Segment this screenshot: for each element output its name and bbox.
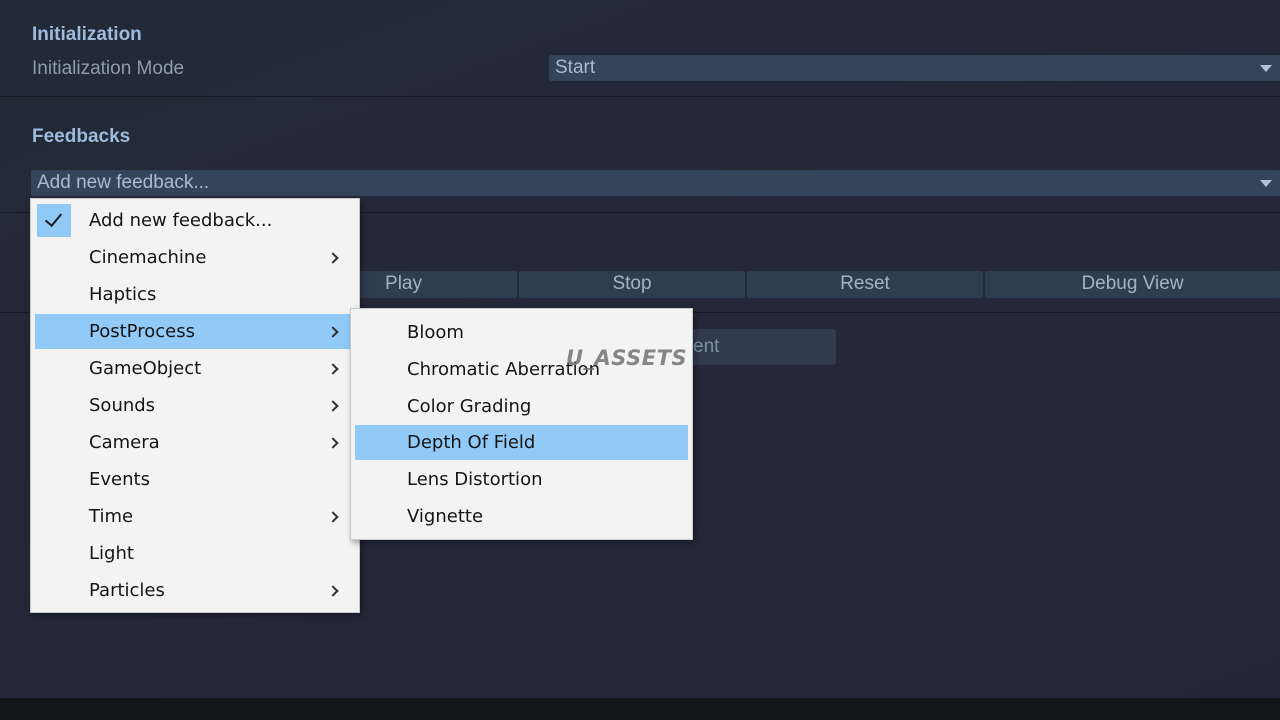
menu-item-label: Vignette <box>407 506 484 527</box>
menu-item-label: Light <box>89 543 134 564</box>
menu-item-label: Bloom <box>407 322 464 343</box>
chevron-right-icon <box>327 511 339 523</box>
add-feedback-dropdown[interactable]: Add new feedback... <box>31 170 1280 196</box>
add-feedback-value: Add new feedback... <box>37 172 210 193</box>
menu-item-events[interactable]: Events <box>35 462 355 497</box>
initialization-mode-value: Start <box>555 57 596 78</box>
submenu-item-vignette[interactable]: Vignette <box>355 499 688 534</box>
menu-item-label: Time <box>89 506 134 527</box>
menu-item-add-new-feedback[interactable]: Add new feedback... <box>35 203 355 238</box>
menu-item-label: Camera <box>89 432 160 453</box>
menu-item-label: Particles <box>89 580 165 601</box>
menu-item-particles[interactable]: Particles <box>35 573 355 608</box>
menu-item-label: Depth Of Field <box>407 432 536 453</box>
submenu-item-bloom[interactable]: Bloom <box>355 315 688 350</box>
initialization-heading: Initialization <box>32 24 142 45</box>
chevron-right-icon <box>327 400 339 412</box>
bottom-caption-strip <box>0 698 1280 720</box>
menu-item-cinemachine[interactable]: Cinemachine <box>35 240 355 275</box>
partially-hidden-button-label: ent <box>693 336 720 357</box>
chevron-right-icon <box>327 252 339 264</box>
chevron-down-icon <box>1260 65 1272 72</box>
menu-item-label: Events <box>89 469 150 490</box>
menu-item-light[interactable]: Light <box>35 536 355 571</box>
menu-item-label: PostProcess <box>89 321 195 342</box>
menu-item-label: Sounds <box>89 395 156 416</box>
chevron-right-icon <box>327 326 339 338</box>
menu-item-label: Lens Distortion <box>407 469 543 490</box>
reset-button[interactable]: Reset <box>747 271 983 298</box>
menu-item-label: Color Grading <box>407 396 532 417</box>
menu-item-camera[interactable]: Camera <box>35 425 355 460</box>
feedbacks-heading: Feedbacks <box>32 126 131 147</box>
menu-item-gameobject[interactable]: GameObject <box>35 351 355 386</box>
checkbox <box>37 204 71 237</box>
chevron-right-icon <box>327 437 339 449</box>
submenu-item-color-grading[interactable]: Color Grading <box>355 389 688 424</box>
chevron-down-icon <box>1260 180 1272 187</box>
menu-item-label: GameObject <box>89 358 202 379</box>
postprocess-submenu: Bloom Chromatic Aberration Color Grading… <box>350 308 693 540</box>
add-feedback-menu: Add new feedback... Cinemachine Haptics … <box>30 198 360 613</box>
submenu-item-lens-distortion[interactable]: Lens Distortion <box>355 462 688 497</box>
menu-item-label: Add new feedback... <box>89 210 273 231</box>
stop-button[interactable]: Stop <box>519 271 745 298</box>
menu-item-label: Haptics <box>89 284 157 305</box>
checkmark-icon <box>44 208 63 228</box>
initialization-mode-label: Initialization Mode <box>32 58 185 79</box>
menu-item-label: Cinemachine <box>89 247 207 268</box>
initialization-mode-dropdown[interactable]: Start <box>549 55 1280 81</box>
menu-item-sounds[interactable]: Sounds <box>35 388 355 423</box>
menu-item-haptics[interactable]: Haptics <box>35 277 355 312</box>
section-divider <box>0 96 1280 97</box>
menu-item-time[interactable]: Time <box>35 499 355 534</box>
chevron-right-icon <box>327 585 339 597</box>
watermark: U_ASSETS <box>566 346 688 370</box>
debug-view-button[interactable]: Debug View <box>985 271 1280 298</box>
menu-item-postprocess[interactable]: PostProcess <box>35 314 355 349</box>
submenu-item-depth-of-field[interactable]: Depth Of Field <box>355 425 688 460</box>
chevron-right-icon <box>327 363 339 375</box>
